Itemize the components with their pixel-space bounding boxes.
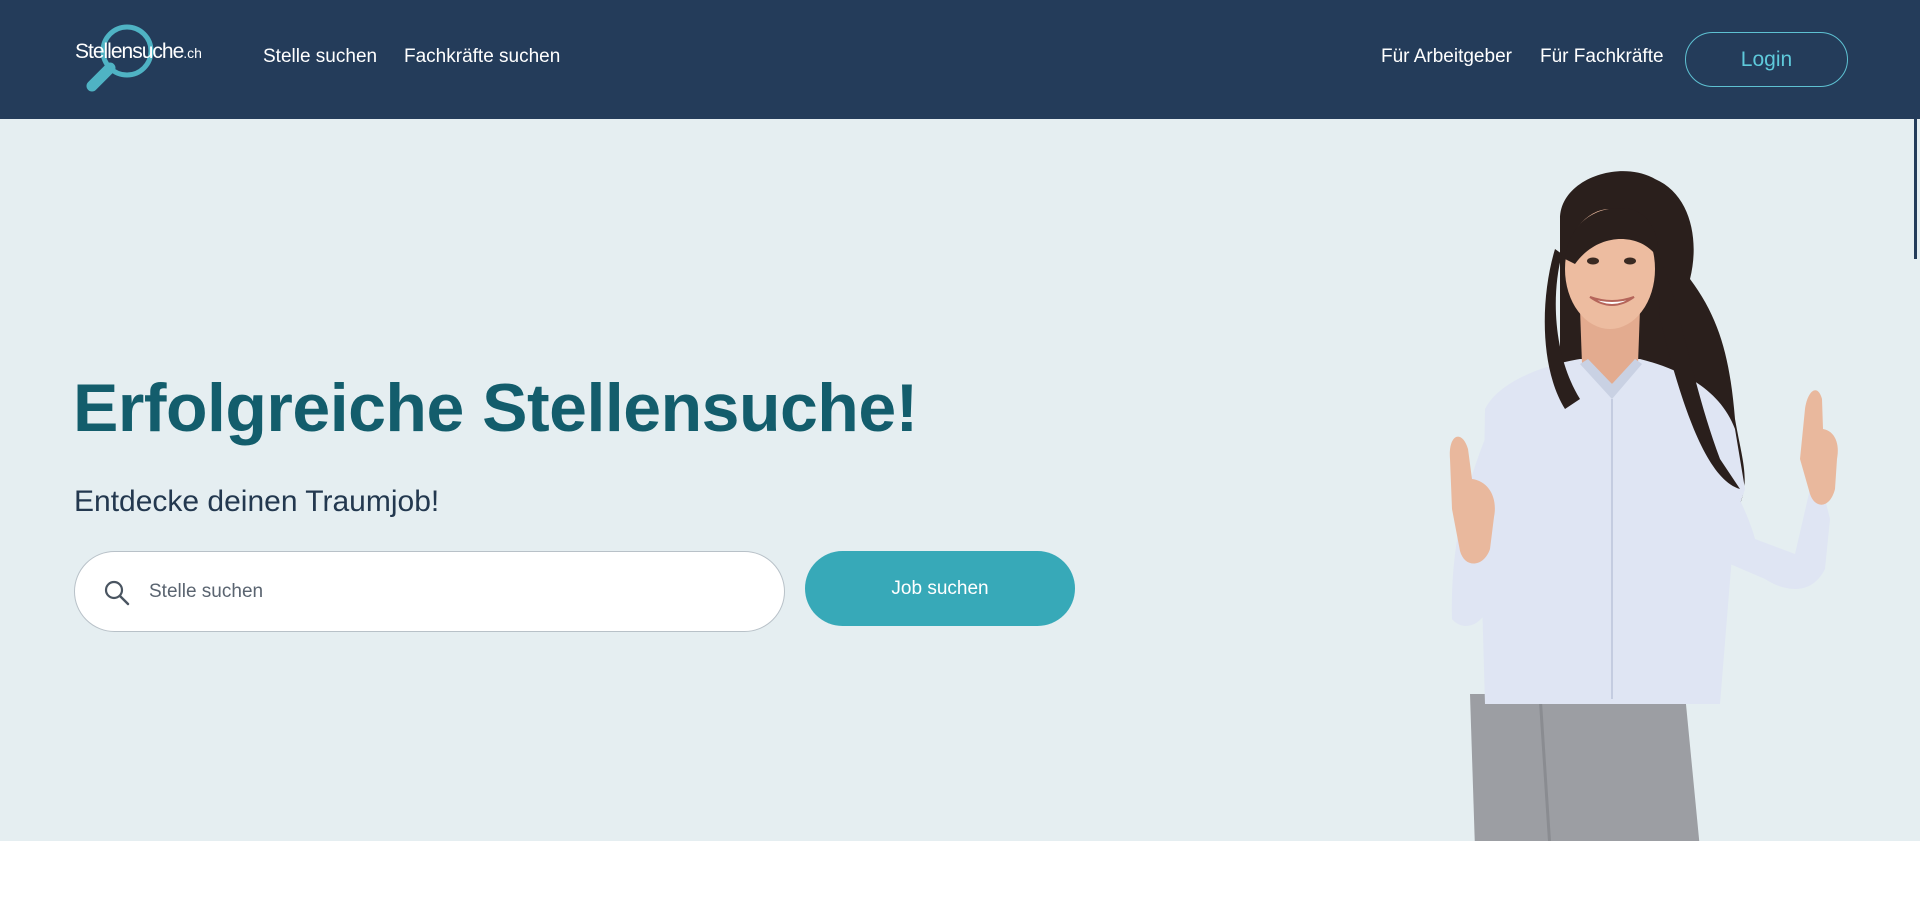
nav-fuer-fachkraefte[interactable]: Für Fachkräfte bbox=[1540, 46, 1664, 68]
site-header: Stellensuche.ch Stelle suchen Fachkräfte… bbox=[0, 0, 1920, 119]
search-icon bbox=[104, 580, 130, 606]
hero-section: Erfolgreiche Stellensuche! Entdecke dein… bbox=[0, 119, 1920, 841]
hero-title: Erfolgreiche Stellensuche! bbox=[73, 370, 918, 446]
page-content-below bbox=[0, 841, 1920, 913]
nav-fuer-arbeitgeber[interactable]: Für Arbeitgeber bbox=[1381, 46, 1512, 68]
login-button[interactable]: Login bbox=[1685, 32, 1848, 87]
nav-fachkraefte-suchen[interactable]: Fachkräfte suchen bbox=[404, 46, 560, 68]
hero-subtitle: Entdecke deinen Traumjob! bbox=[74, 485, 440, 518]
page-scrollbar[interactable] bbox=[1914, 119, 1917, 259]
job-search-button[interactable]: Job suchen bbox=[805, 551, 1075, 626]
job-search-field[interactable] bbox=[74, 551, 785, 632]
logo-wordmark: Stellensuche.ch bbox=[75, 40, 202, 63]
search-input[interactable] bbox=[149, 572, 749, 612]
site-logo[interactable]: Stellensuche.ch bbox=[74, 24, 214, 94]
nav-stelle-suchen[interactable]: Stelle suchen bbox=[263, 46, 377, 68]
woman-thumbs-up-image bbox=[1449, 171, 1838, 841]
